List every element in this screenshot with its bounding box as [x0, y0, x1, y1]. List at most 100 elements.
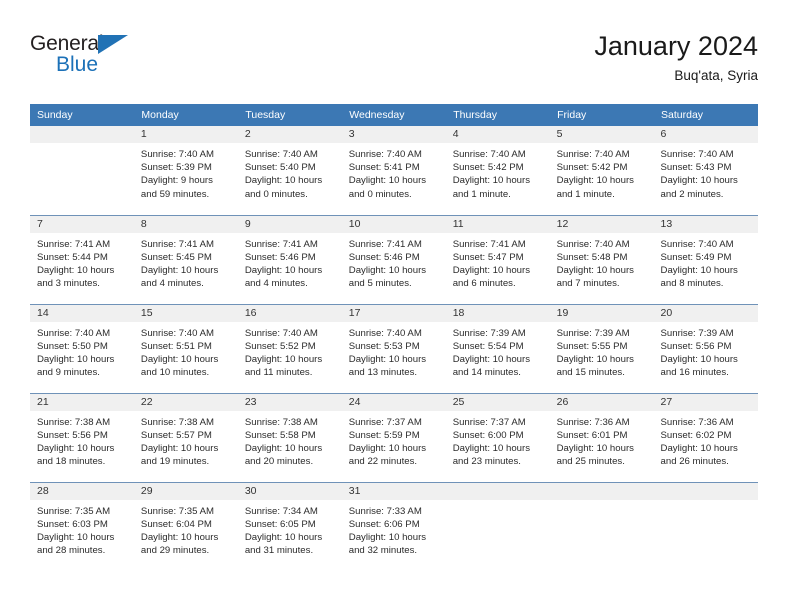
day-details	[446, 500, 550, 505]
day-details: Sunrise: 7:35 AM Sunset: 6:03 PM Dayligh…	[30, 500, 134, 558]
day-cell[interactable]: 7 Sunrise: 7:41 AM Sunset: 5:44 PM Dayli…	[30, 214, 134, 304]
day-cell[interactable]	[549, 481, 654, 571]
day-cell[interactable]: 9 Sunrise: 7:41 AM Sunset: 5:46 PM Dayli…	[237, 214, 342, 304]
sunset-text: Sunset: 5:57 PM	[140, 429, 212, 441]
day-number: 15	[133, 304, 238, 322]
day-cell[interactable]: 31 Sunrise: 7:33 AM Sunset: 6:06 PM Dayl…	[341, 481, 446, 571]
sunrise-text: Sunrise: 7:38 AM	[37, 416, 111, 428]
day-cell[interactable]	[653, 481, 758, 571]
day-cell[interactable]: 8 Sunrise: 7:41 AM Sunset: 5:45 PM Dayli…	[133, 214, 238, 304]
daylight-text-line2: and 59 minutes.	[140, 188, 210, 200]
brand-logo[interactable]: General Blue	[30, 30, 150, 82]
day-cell[interactable]: 1 Sunrise: 7:40 AM Sunset: 5:39 PM Dayli…	[133, 126, 238, 215]
day-details: Sunrise: 7:41 AM Sunset: 5:46 PM Dayligh…	[238, 233, 342, 291]
day-details	[30, 143, 134, 148]
day-cell[interactable]: 16 Sunrise: 7:40 AM Sunset: 5:52 PM Dayl…	[237, 303, 342, 393]
day-cell[interactable]: 13 Sunrise: 7:40 AM Sunset: 5:49 PM Dayl…	[653, 214, 758, 304]
day-cell[interactable]	[445, 481, 550, 571]
sunrise-text: Sunrise: 7:33 AM	[348, 505, 422, 517]
daylight-text-line1: Daylight: 10 hours	[348, 442, 427, 454]
day-number: 23	[237, 393, 342, 411]
day-cell[interactable]: 20 Sunrise: 7:39 AM Sunset: 5:56 PM Dayl…	[653, 303, 758, 393]
daylight-text-line1: Daylight: 10 hours	[452, 442, 531, 454]
day-cell[interactable]: 18 Sunrise: 7:39 AM Sunset: 5:54 PM Dayl…	[445, 303, 550, 393]
day-cell[interactable]: 21 Sunrise: 7:38 AM Sunset: 5:56 PM Dayl…	[30, 392, 134, 482]
day-number	[30, 126, 134, 143]
day-details: Sunrise: 7:35 AM Sunset: 6:04 PM Dayligh…	[134, 500, 238, 558]
daylight-text-line2: and 22 minutes.	[348, 456, 418, 468]
calendar-week-row: 7 Sunrise: 7:41 AM Sunset: 5:44 PM Dayli…	[30, 214, 758, 304]
day-details: Sunrise: 7:40 AM Sunset: 5:48 PM Dayligh…	[550, 233, 654, 291]
day-number: 13	[653, 215, 758, 233]
sunset-text: Sunset: 6:00 PM	[452, 429, 524, 441]
day-number: 8	[133, 215, 238, 233]
day-cell[interactable]: 12 Sunrise: 7:40 AM Sunset: 5:48 PM Dayl…	[549, 214, 654, 304]
day-cell[interactable]: 14 Sunrise: 7:40 AM Sunset: 5:50 PM Dayl…	[30, 303, 134, 393]
day-cell[interactable]: 11 Sunrise: 7:41 AM Sunset: 5:47 PM Dayl…	[445, 214, 550, 304]
daylight-text-line2: and 1 minute.	[452, 188, 511, 200]
sunset-text: Sunset: 6:02 PM	[660, 429, 732, 441]
daylight-text-line2: and 7 minutes.	[556, 278, 620, 290]
day-cell[interactable]: 17 Sunrise: 7:40 AM Sunset: 5:53 PM Dayl…	[341, 303, 446, 393]
day-cell[interactable]	[30, 126, 134, 215]
day-details: Sunrise: 7:34 AM Sunset: 6:05 PM Dayligh…	[238, 500, 342, 558]
daylight-text-line2: and 4 minutes.	[244, 278, 308, 290]
day-number: 3	[341, 126, 446, 143]
calendar-table: Sunday Monday Tuesday Wednesday Thursday…	[30, 104, 758, 571]
daylight-text-line1: Daylight: 10 hours	[140, 442, 219, 454]
sunset-text: Sunset: 5:44 PM	[37, 251, 108, 263]
day-cell[interactable]: 28 Sunrise: 7:35 AM Sunset: 6:03 PM Dayl…	[30, 481, 134, 571]
day-number: 26	[549, 393, 654, 411]
daylight-text-line1: Daylight: 10 hours	[556, 353, 634, 365]
daylight-text-line1: Daylight: 10 hours	[37, 353, 115, 365]
day-cell[interactable]: 5 Sunrise: 7:40 AM Sunset: 5:42 PM Dayli…	[549, 126, 654, 215]
sunrise-text: Sunrise: 7:40 AM	[556, 238, 630, 250]
sunrise-text: Sunrise: 7:35 AM	[140, 505, 214, 517]
weekday-header-friday: Friday	[549, 104, 655, 126]
day-cell[interactable]: 6 Sunrise: 7:40 AM Sunset: 5:43 PM Dayli…	[653, 126, 758, 215]
daylight-text-line1: Daylight: 10 hours	[140, 353, 219, 365]
day-cell[interactable]: 2 Sunrise: 7:40 AM Sunset: 5:40 PM Dayli…	[237, 126, 342, 215]
daylight-text-line1: Daylight: 10 hours	[244, 531, 323, 543]
daylight-text-line1: Daylight: 10 hours	[556, 175, 634, 187]
day-number: 11	[445, 215, 550, 233]
sunset-text: Sunset: 5:41 PM	[348, 162, 420, 174]
sunrise-text: Sunrise: 7:40 AM	[140, 149, 214, 160]
day-details: Sunrise: 7:38 AM Sunset: 5:58 PM Dayligh…	[238, 411, 342, 469]
sunrise-text: Sunrise: 7:40 AM	[244, 149, 318, 160]
daylight-text-line1: Daylight: 9 hours	[140, 175, 213, 187]
day-cell[interactable]: 23 Sunrise: 7:38 AM Sunset: 5:58 PM Dayl…	[237, 392, 342, 482]
sunset-text: Sunset: 5:47 PM	[452, 251, 524, 263]
day-details: Sunrise: 7:40 AM Sunset: 5:40 PM Dayligh…	[238, 143, 342, 201]
day-number: 19	[549, 304, 654, 322]
sunset-text: Sunset: 5:42 PM	[556, 162, 628, 174]
day-details	[550, 500, 654, 505]
daylight-text-line2: and 11 minutes.	[244, 367, 313, 379]
day-cell[interactable]: 25 Sunrise: 7:37 AM Sunset: 6:00 PM Dayl…	[445, 392, 550, 482]
day-cell[interactable]: 27 Sunrise: 7:36 AM Sunset: 6:02 PM Dayl…	[653, 392, 758, 482]
day-cell[interactable]: 24 Sunrise: 7:37 AM Sunset: 5:59 PM Dayl…	[341, 392, 446, 482]
day-cell[interactable]: 4 Sunrise: 7:40 AM Sunset: 5:42 PM Dayli…	[445, 126, 550, 215]
daylight-text-line2: and 19 minutes.	[140, 456, 210, 468]
day-cell[interactable]: 19 Sunrise: 7:39 AM Sunset: 5:55 PM Dayl…	[549, 303, 654, 393]
day-details: Sunrise: 7:40 AM Sunset: 5:41 PM Dayligh…	[342, 143, 446, 201]
day-details: Sunrise: 7:40 AM Sunset: 5:51 PM Dayligh…	[134, 322, 238, 380]
day-number: 14	[30, 304, 134, 322]
day-cell[interactable]: 22 Sunrise: 7:38 AM Sunset: 5:57 PM Dayl…	[133, 392, 238, 482]
daylight-text-line2: and 8 minutes.	[660, 278, 724, 290]
day-cell[interactable]: 3 Sunrise: 7:40 AM Sunset: 5:41 PM Dayli…	[341, 126, 446, 215]
day-cell[interactable]: 29 Sunrise: 7:35 AM Sunset: 6:04 PM Dayl…	[133, 481, 238, 571]
day-cell[interactable]: 10 Sunrise: 7:41 AM Sunset: 5:46 PM Dayl…	[341, 214, 446, 304]
daylight-text-line1: Daylight: 10 hours	[660, 442, 738, 454]
calendar-week-row: 1 Sunrise: 7:40 AM Sunset: 5:39 PM Dayli…	[30, 126, 758, 215]
day-cell[interactable]: 15 Sunrise: 7:40 AM Sunset: 5:51 PM Dayl…	[133, 303, 238, 393]
weekday-header-thursday: Thursday	[445, 104, 551, 126]
daylight-text-line1: Daylight: 10 hours	[660, 353, 738, 365]
day-cell[interactable]: 26 Sunrise: 7:36 AM Sunset: 6:01 PM Dayl…	[549, 392, 654, 482]
sunset-text: Sunset: 5:52 PM	[244, 340, 316, 352]
day-number: 4	[445, 126, 550, 143]
daylight-text-line2: and 0 minutes.	[348, 188, 412, 200]
daylight-text-line2: and 1 minute.	[556, 188, 615, 200]
sunrise-text: Sunrise: 7:36 AM	[660, 416, 734, 428]
day-cell[interactable]: 30 Sunrise: 7:34 AM Sunset: 6:05 PM Dayl…	[237, 481, 342, 571]
